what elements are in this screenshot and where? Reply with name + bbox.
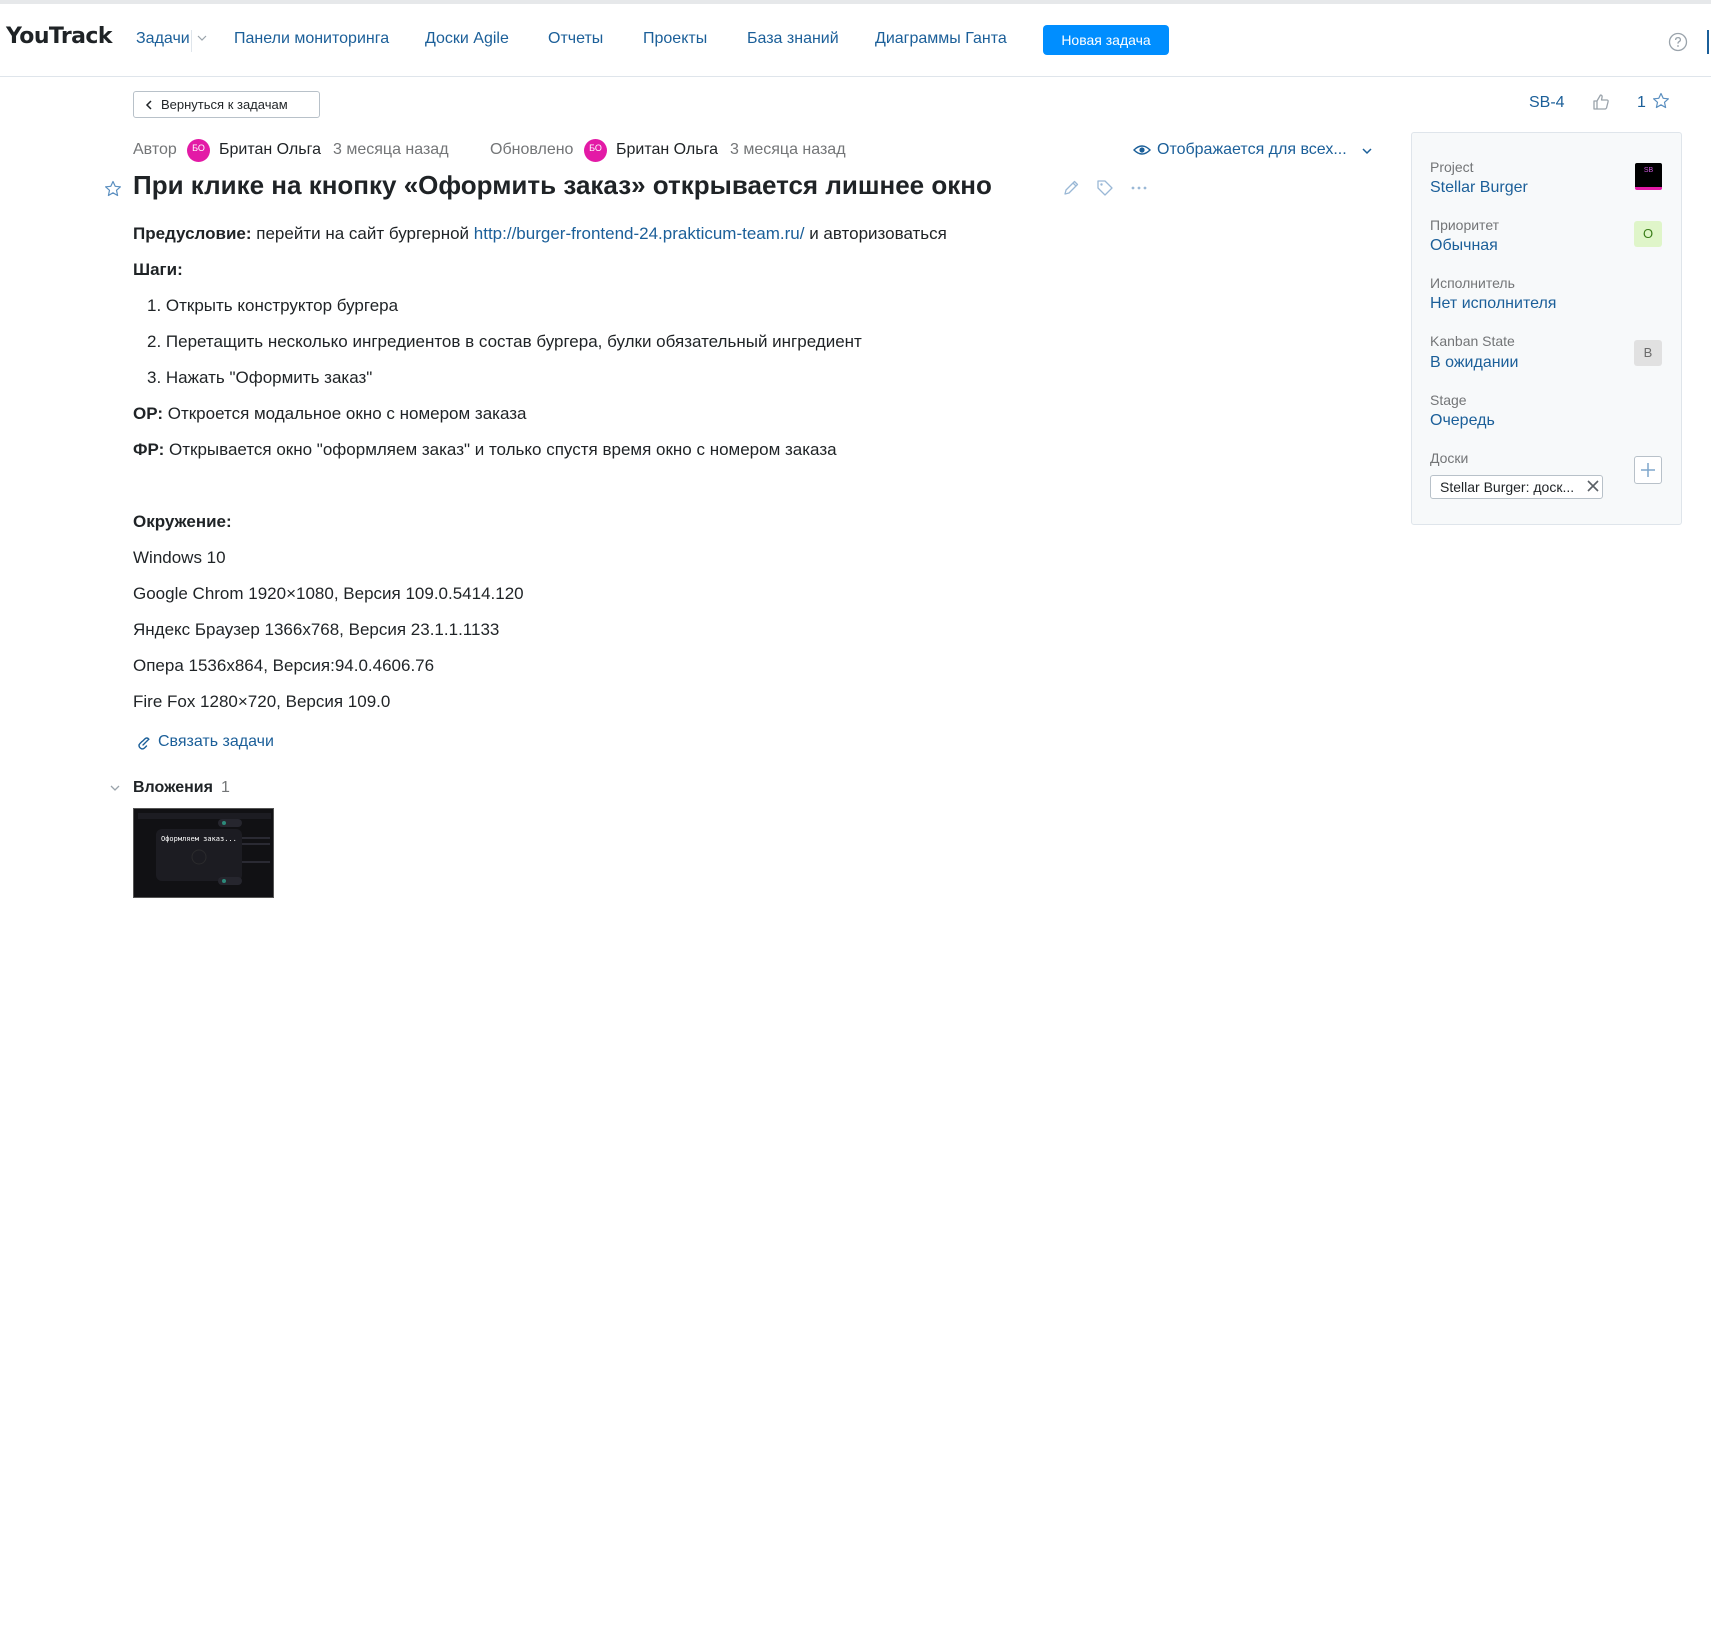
thumbs-up-icon[interactable] xyxy=(1592,93,1610,111)
priority-field-value[interactable]: Обычная xyxy=(1430,237,1498,255)
kanban-state-badge: B xyxy=(1634,340,1662,366)
stage-field-label: Stage xyxy=(1430,392,1467,408)
updated-label: Обновлено xyxy=(490,141,574,158)
top-navigation-bar: YouTrack Задачи Панели мониторинга Доски… xyxy=(0,4,1711,77)
new-task-button[interactable]: Новая задача xyxy=(1043,25,1169,55)
assignee-field-value[interactable]: Нет исполнителя xyxy=(1430,295,1556,313)
close-icon[interactable] xyxy=(1586,479,1600,493)
window-edge-marker xyxy=(1707,30,1709,54)
nav-reports[interactable]: Отчеты xyxy=(548,30,603,48)
star-icon[interactable] xyxy=(104,180,122,198)
project-field-label: Project xyxy=(1430,159,1474,175)
link-issues-button[interactable]: Связать задачи xyxy=(158,733,274,751)
list-item: 1. Открыть конструктор бургера xyxy=(147,296,399,315)
screenshot-preview-image: Оформляем заказ... xyxy=(134,809,273,897)
stage-field-value[interactable]: Очередь xyxy=(1430,412,1495,430)
plus-icon xyxy=(1641,463,1655,477)
nav-gantt-charts[interactable]: Диаграммы Ганта xyxy=(875,30,1007,48)
author-time: 3 месяца назад xyxy=(333,141,449,158)
nav-knowledge-base[interactable]: База знаний xyxy=(747,30,839,48)
author-label: Автор xyxy=(133,141,177,158)
tag-icon[interactable] xyxy=(1096,179,1114,197)
nav-issues[interactable]: Задачи xyxy=(136,30,190,48)
list-item: Fire Fox 1280×720, Версия 109.0 xyxy=(133,692,391,711)
chevron-down-icon[interactable] xyxy=(110,784,120,792)
precondition-line: Предусловие: перейти на сайт бургерной h… xyxy=(133,224,947,243)
star-count: 1 xyxy=(1637,94,1646,111)
updater-avatar[interactable]: БО xyxy=(584,139,607,162)
link-icon xyxy=(138,737,150,750)
steps-heading: Шаги: xyxy=(133,260,183,279)
help-icon[interactable] xyxy=(1668,32,1688,52)
author-avatar[interactable]: БО xyxy=(187,139,210,162)
project-logo: SB xyxy=(1635,163,1662,190)
boards-field-label: Доски xyxy=(1430,450,1469,466)
pencil-icon[interactable] xyxy=(1062,179,1080,197)
priority-field-label: Приоритет xyxy=(1430,217,1500,233)
youtrack-logo[interactable]: YouTrack xyxy=(6,24,112,49)
updater-name[interactable]: Британ Ольга xyxy=(616,141,718,159)
attachment-thumbnail[interactable]: Оформляем заказ... xyxy=(133,808,274,898)
list-item: Windows 10 xyxy=(133,548,226,567)
back-button-label: Вернуться к задачам xyxy=(161,97,288,112)
issue-id[interactable]: SB-4 xyxy=(1529,94,1565,112)
list-item: 3. Нажать "Оформить заказ" xyxy=(147,368,373,387)
nav-dashboards[interactable]: Панели мониторинга xyxy=(234,30,389,48)
kanban-state-field-value[interactable]: В ожидании xyxy=(1430,354,1518,372)
back-to-issues-button[interactable]: Вернуться к задачам xyxy=(133,91,320,118)
nav-agile-boards[interactable]: Доски Agile xyxy=(425,30,509,48)
expected-result: ОР: Откроется модальное окно с номером з… xyxy=(133,404,527,423)
nav-separator xyxy=(191,30,192,52)
visibility-selector[interactable]: Отображается для всех... xyxy=(1157,141,1347,159)
board-tag[interactable]: Stellar Burger: доск... xyxy=(1430,475,1603,499)
burger-site-link[interactable]: http://burger-frontend-24.prakticum-team… xyxy=(474,224,805,243)
issue-fields-panel: Project Stellar Burger SB Приоритет Обыч… xyxy=(1411,132,1682,525)
thumb-caption: Оформляем заказ... xyxy=(161,835,237,843)
updated-time: 3 месяца назад xyxy=(730,141,846,158)
author-name[interactable]: Британ Ольга xyxy=(219,141,321,159)
list-item: Опера 1536х864, Версия:94.0.4606.76 xyxy=(133,656,435,675)
list-item: 2. Перетащить несколько ингредиентов в с… xyxy=(147,332,862,351)
assignee-field-label: Исполнитель xyxy=(1430,275,1515,291)
chevron-down-icon[interactable] xyxy=(1362,147,1372,155)
attachments-heading: Вложения xyxy=(133,779,213,796)
list-item: Google Chrom 1920×1080, Версия 109.0.541… xyxy=(133,584,524,603)
actual-result: ФР: Открывается окно "оформляем заказ" и… xyxy=(133,440,837,459)
environment-heading: Окружение: xyxy=(133,512,232,531)
chevron-down-icon[interactable] xyxy=(197,33,207,43)
project-field-value[interactable]: Stellar Burger xyxy=(1430,179,1528,197)
kanban-state-field-label: Kanban State xyxy=(1430,333,1515,349)
add-board-button[interactable] xyxy=(1634,456,1662,484)
attachments-count: 1 xyxy=(221,779,230,796)
priority-badge: O xyxy=(1634,221,1662,247)
more-icon[interactable] xyxy=(1130,179,1148,197)
issue-title: При клике на кнопку «Оформить заказ» отк… xyxy=(133,170,992,200)
star-icon[interactable] xyxy=(1652,92,1670,110)
nav-projects[interactable]: Проекты xyxy=(643,30,707,48)
list-item: Яндекс Браузер 1366х768, Версия 23.1.1.1… xyxy=(133,620,500,639)
chevron-left-icon xyxy=(145,100,152,110)
eye-icon xyxy=(1133,145,1151,155)
